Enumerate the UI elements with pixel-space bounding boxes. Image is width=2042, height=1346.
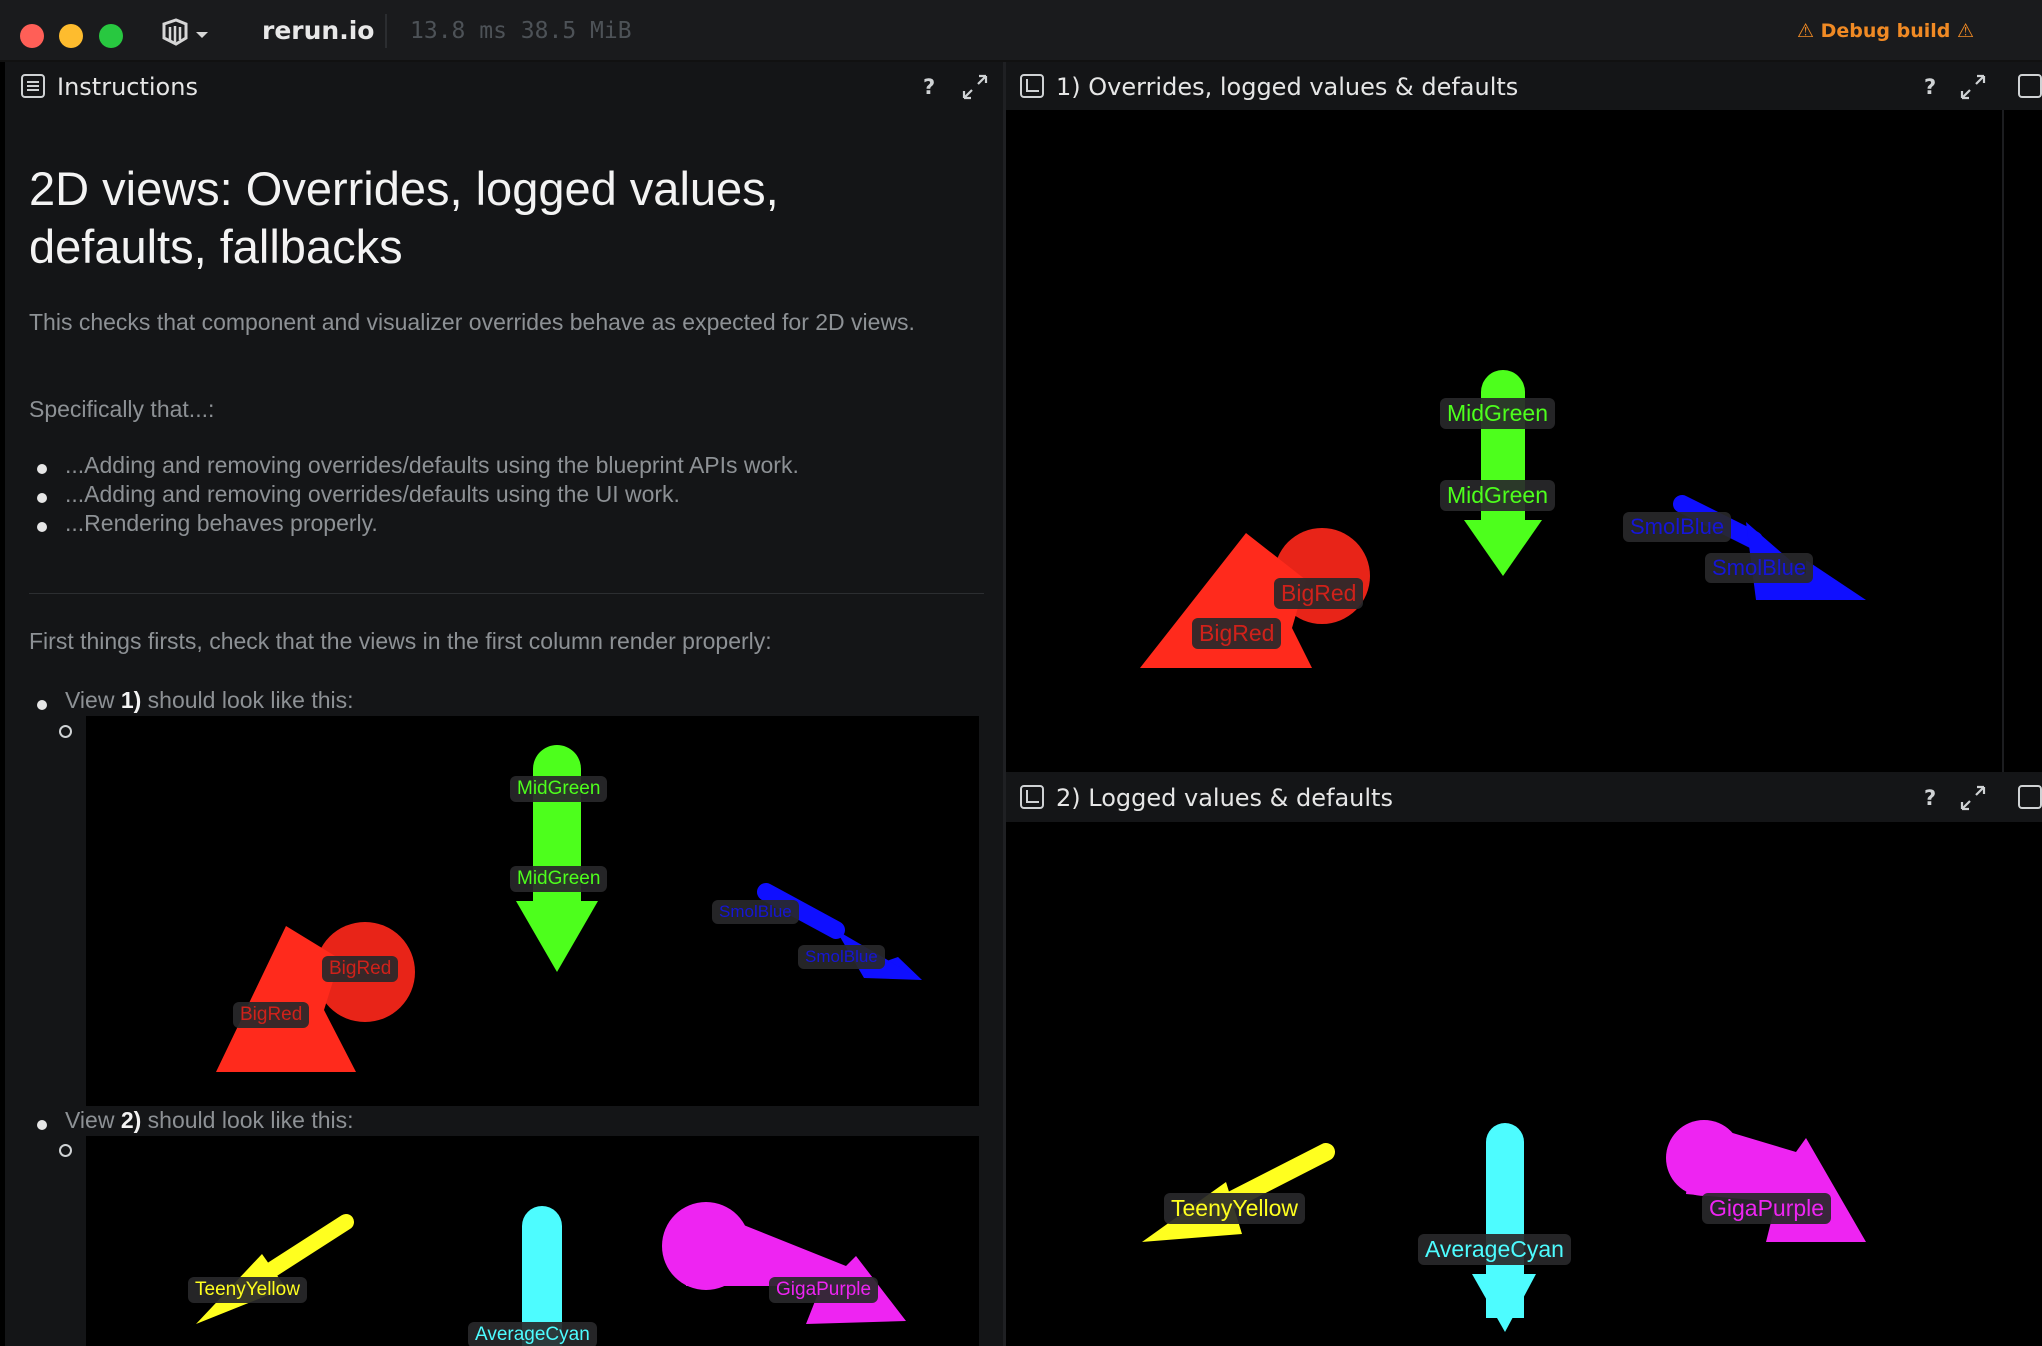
divider: [385, 14, 387, 48]
midgreen-label: MidGreen: [1440, 480, 1555, 511]
list-item: ...Adding and removing overrides/default…: [65, 481, 680, 507]
debug-build-badge: ⚠ Debug build ⚠: [1797, 20, 1975, 42]
intro-paragraph: This checks that component and visualize…: [29, 309, 915, 335]
averagecyan-label: AverageCyan: [1418, 1234, 1571, 1265]
bullet: [37, 1120, 47, 1130]
gigapurple-label: GigaPurple: [769, 1277, 879, 1303]
sub-bullet: [59, 1144, 72, 1157]
help-button[interactable]: ?: [923, 75, 935, 99]
panel-title: Instructions: [57, 73, 198, 101]
horizontal-rule: [29, 593, 984, 594]
spatial-2d-view-icon: [1020, 74, 1044, 98]
smolblue-label: SmolBlue: [1623, 512, 1732, 542]
spatial-2d-view-icon: [1020, 785, 1044, 809]
view1-canvas[interactable]: MidGreen MidGreen BigRed BigRed SmolBlue…: [1006, 110, 2002, 772]
rerun-menu-button[interactable]: [160, 18, 212, 48]
view2-header: 2) Logged values & defaults ?: [1006, 772, 2042, 822]
list-item: ...Adding and removing overrides/default…: [65, 452, 799, 478]
view-title: 2) Logged values & defaults: [1056, 784, 1393, 812]
midgreen-label: MidGreen: [510, 776, 608, 802]
view2-reference-image: TeenyYellow AverageCyan GigaPurple: [86, 1136, 979, 1346]
maximize-panel-icon[interactable]: [1958, 783, 1988, 813]
bigred-label: BigRed: [322, 956, 399, 982]
doc-heading: 2D views: Overrides, logged values, defa…: [29, 162, 779, 273]
app-name: rerun.io: [262, 16, 375, 45]
bigred-label: BigRed: [233, 1002, 310, 1028]
instructions-panel: 2D views: Overrides, logged values, defa…: [5, 110, 1003, 1346]
sub-bullet: [59, 725, 72, 738]
smolblue-label: SmolBlue: [798, 945, 885, 969]
instructions-panel-header: Instructions ?: [5, 62, 1003, 110]
maximize-panel-icon[interactable]: [1958, 72, 1988, 102]
maximize-window-button[interactable]: [99, 24, 123, 48]
view1-header: 1) Overrides, logged values & defaults ?: [1006, 62, 2042, 110]
midgreen-label: MidGreen: [1440, 398, 1555, 429]
view2-canvas[interactable]: TeenyYellow AverageCyan GigaPurple: [1006, 822, 2042, 1346]
view2-expectation: View 2) should look like this:: [65, 1107, 354, 1133]
bullet: [37, 522, 47, 532]
teenyyellow-label: TeenyYellow: [188, 1277, 307, 1303]
bullet: [37, 464, 47, 474]
view-title: 1) Overrides, logged values & defaults: [1056, 73, 1519, 101]
averagecyan-label: AverageCyan: [468, 1322, 597, 1346]
view1-expectation: View 1) should look like this:: [65, 687, 354, 713]
list-item: ...Rendering behaves properly.: [65, 510, 378, 536]
maximize-panel-icon[interactable]: [960, 72, 990, 102]
view-divider[interactable]: [2002, 110, 2042, 772]
bigred-label: BigRed: [1192, 618, 1282, 649]
specifically-paragraph: Specifically that...:: [29, 396, 215, 422]
title-bar: rerun.io 13.8 ms 38.5 MiB ⚠ Debug build …: [0, 0, 2042, 62]
rerun-logo-icon: [162, 18, 208, 46]
help-button[interactable]: ?: [1924, 75, 1936, 99]
performance-readout: 13.8 ms 38.5 MiB: [410, 18, 632, 44]
first-things-paragraph: First things firsts, check that the view…: [29, 628, 772, 654]
bullet: [37, 493, 47, 503]
gigapurple-label: GigaPurple: [1702, 1193, 1832, 1224]
minimize-window-button[interactable]: [59, 24, 83, 48]
help-button[interactable]: ?: [1924, 786, 1936, 810]
midgreen-label: MidGreen: [510, 866, 608, 892]
close-window-button[interactable]: [20, 24, 44, 48]
bullet: [37, 700, 47, 710]
next-view-icon[interactable]: [2018, 74, 2042, 98]
text-document-icon: [21, 74, 45, 98]
smolblue-label: SmolBlue: [1705, 553, 1814, 583]
next-view-icon[interactable]: [2018, 785, 2042, 809]
teenyyellow-label: TeenyYellow: [1164, 1193, 1306, 1224]
smolblue-label: SmolBlue: [712, 900, 799, 924]
bigred-label: BigRed: [1274, 578, 1364, 609]
view1-reference-image: MidGreen MidGreen BigRed BigRed SmolBlue…: [86, 716, 979, 1106]
